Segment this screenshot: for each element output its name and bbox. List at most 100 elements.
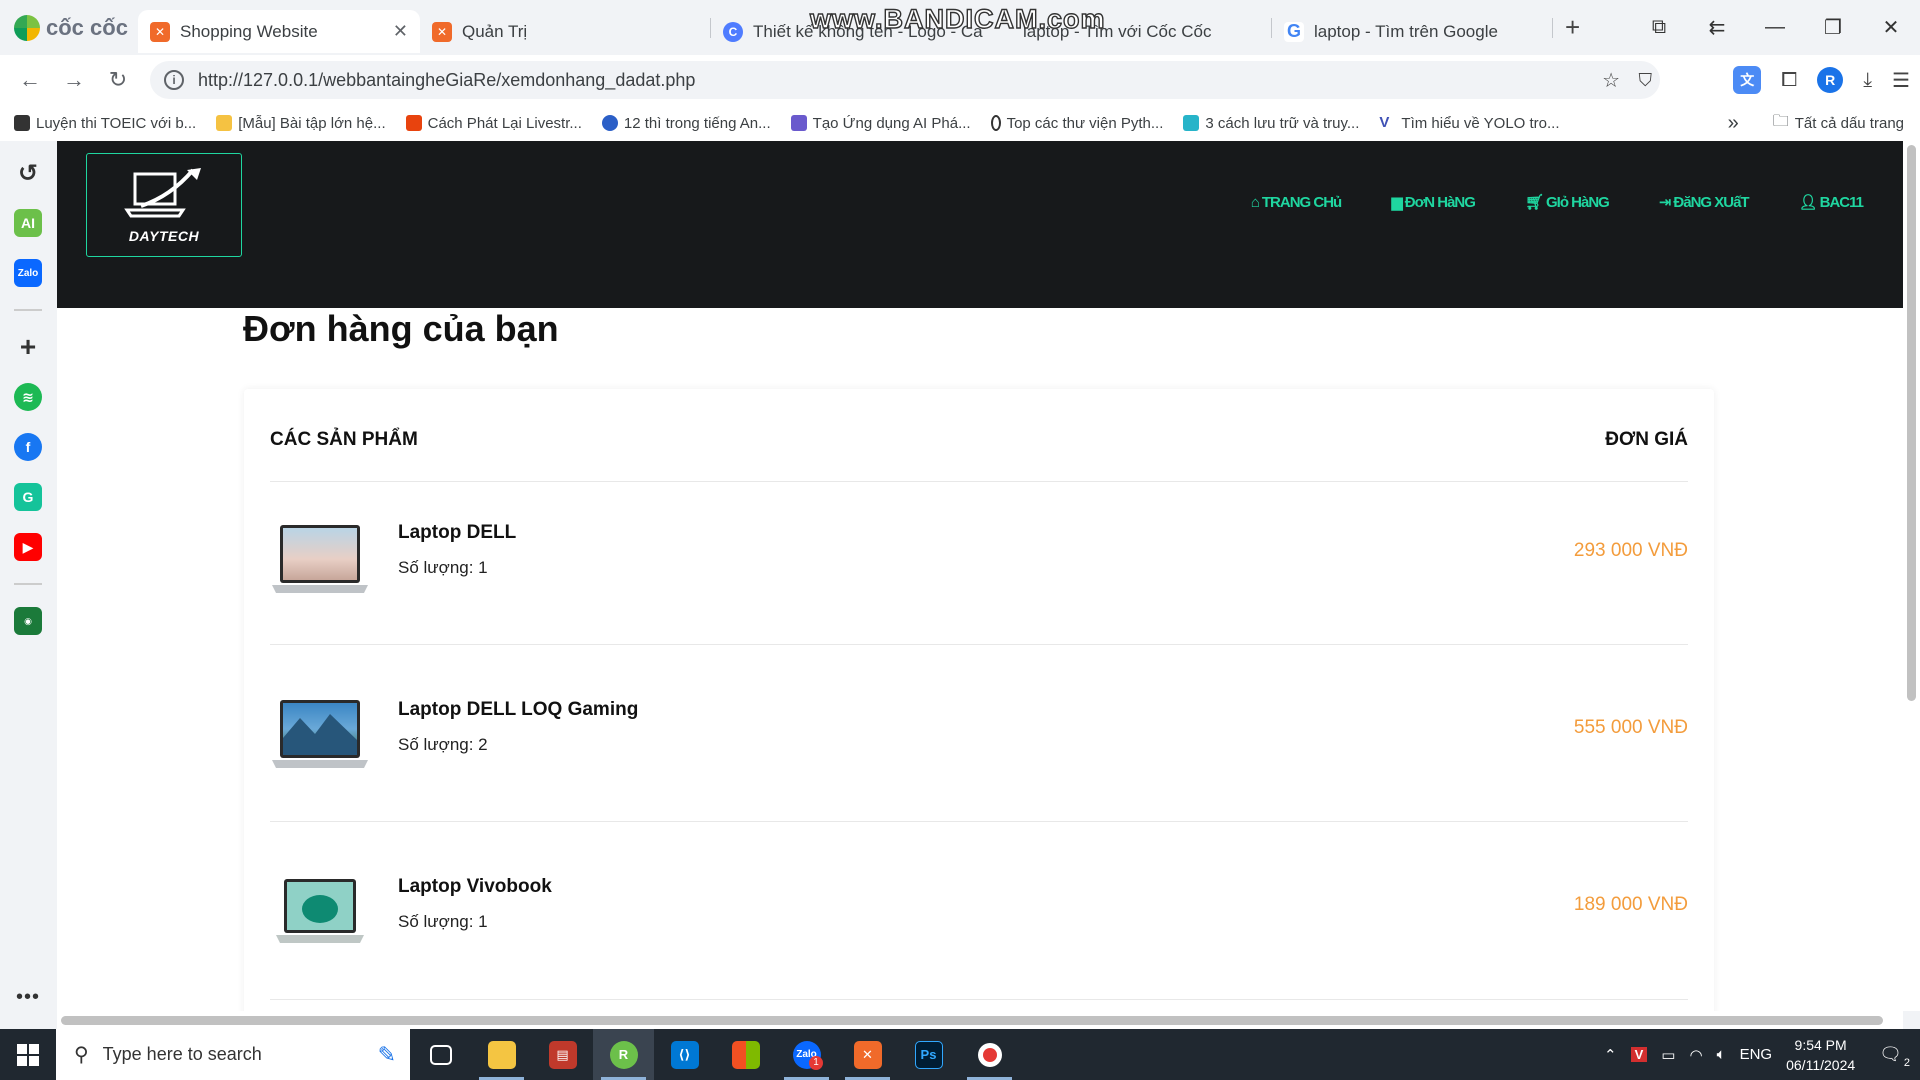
translate-icon[interactable]: 文 bbox=[1733, 66, 1762, 94]
bandicam-watermark: www.BANDICAM.com bbox=[809, 3, 1106, 34]
address-bar: ← → ↻ i http://127.0.0.1/webbantaingheGi… bbox=[0, 55, 1920, 105]
canva-icon: C bbox=[723, 21, 743, 42]
menu-orders[interactable]: ▆ ĐơN HàNG bbox=[1391, 193, 1476, 212]
site-info-icon[interactable]: i bbox=[164, 70, 184, 90]
tab-title: Quản Trị bbox=[462, 21, 528, 41]
bookmark-item[interactable]: Top các thư viện Pyth... bbox=[990, 115, 1163, 132]
tab-shopping-website[interactable]: ✕ Shopping Website ✕ bbox=[138, 10, 420, 53]
bookmark-item[interactable]: 3 cách lưu trữ và truy... bbox=[1183, 115, 1359, 132]
forward-button[interactable]: → bbox=[52, 67, 96, 93]
column-products: CÁC SẢN PHẨM bbox=[270, 429, 418, 450]
search-placeholder: Type here to search bbox=[102, 1044, 262, 1064]
history-icon[interactable]: ↺ bbox=[14, 159, 42, 187]
vertical-scrollbar[interactable] bbox=[1903, 141, 1920, 1011]
more-icon[interactable]: ••• bbox=[16, 986, 40, 1009]
language-indicator[interactable]: ENG bbox=[1740, 1046, 1773, 1063]
facebook-icon[interactable]: f bbox=[14, 433, 42, 461]
bookmark-icon bbox=[790, 115, 807, 131]
coccoc-logo-icon bbox=[14, 14, 40, 41]
column-price: ĐƠN GIÁ bbox=[1605, 429, 1688, 450]
bookmark-item[interactable]: Luyện thi TOEIC với b... bbox=[14, 115, 196, 132]
close-window-button[interactable]: ✕ bbox=[1862, 15, 1920, 40]
product-price: 555 000 VNĐ bbox=[1573, 717, 1688, 738]
restore-button[interactable]: ❐ bbox=[1804, 15, 1862, 40]
url-input[interactable]: i http://127.0.0.1/webbantaingheGiaRe/xe… bbox=[150, 61, 1660, 99]
taskbar-bandicam[interactable] bbox=[959, 1029, 1020, 1080]
taskbar-vscode[interactable]: ⟨⟩ bbox=[654, 1029, 715, 1080]
menu-icon[interactable]: ☰ bbox=[1892, 68, 1910, 93]
download-icon[interactable]: ⤓ bbox=[1863, 69, 1872, 92]
volume-icon[interactable]: 🔈︎ bbox=[1717, 1046, 1726, 1063]
v-icon: V bbox=[1379, 115, 1396, 131]
add-icon[interactable]: + bbox=[14, 331, 42, 362]
user-icon: 👤︎ bbox=[1798, 194, 1818, 211]
product-price: 293 000 VNĐ bbox=[1573, 540, 1688, 561]
taskbar-coccoc[interactable]: R bbox=[593, 1029, 654, 1080]
notification-icon[interactable]: 🗨︎ 2 bbox=[1879, 1044, 1910, 1069]
xampp-icon: ✕ bbox=[150, 21, 170, 42]
taskbar-app[interactable]: ▤ bbox=[532, 1029, 593, 1080]
bookmark-item[interactable]: [Mẫu] Bài tập lớn hệ... bbox=[216, 115, 386, 132]
bookmark-item[interactable]: 12 thì trong tiếng An... bbox=[601, 115, 771, 132]
store-icon bbox=[731, 1040, 760, 1069]
spotify-icon[interactable]: ≋ bbox=[14, 383, 42, 411]
scrollbar-thumb[interactable] bbox=[61, 1016, 1883, 1025]
back-button[interactable]: ← bbox=[8, 67, 52, 93]
coccoc-icon: R bbox=[609, 1040, 638, 1069]
clock[interactable]: 9:54 PM 06/11/2024 bbox=[1786, 1035, 1855, 1075]
shield-icon[interactable]: ⛉ bbox=[1639, 70, 1653, 91]
tab-quan-tri[interactable]: ✕ Quản Trị bbox=[420, 10, 710, 53]
tab-google-search[interactable]: G laptop - Tìm trên Google bbox=[1272, 10, 1552, 53]
site-logo[interactable]: DAYTECH bbox=[86, 153, 242, 257]
location-pin-icon bbox=[990, 115, 1001, 131]
menu-user[interactable]: 👤︎ BAC11 bbox=[1798, 193, 1864, 212]
taskbar-search-input[interactable]: ⚲ Type here to search ✎ bbox=[56, 1029, 410, 1080]
start-button[interactable] bbox=[0, 1029, 56, 1080]
taskbar-apps: ▤ R ⟨⟩ Zalo 1 ✕ Ps bbox=[410, 1029, 1020, 1080]
orders-card: CÁC SẢN PHẨM ĐƠN GIÁ Laptop DELL Số lượn… bbox=[244, 389, 1714, 1011]
page-viewport: DAYTECH ⌂ TRANG CHủ ▆ ĐơN HàNG 🛒︎ GIỏ HàNG … bbox=[57, 141, 1903, 1011]
close-icon[interactable]: ✕ bbox=[393, 21, 408, 42]
ai-icon[interactable]: AI bbox=[14, 209, 42, 237]
bookmark-item[interactable]: Tạo Ứng dụng AI Phá... bbox=[790, 115, 971, 132]
reload-button[interactable]: ↻ bbox=[96, 67, 140, 93]
chevron-up-icon[interactable]: ⌃ bbox=[1604, 1046, 1617, 1064]
back-history-icon[interactable]: ⇇ bbox=[1688, 15, 1746, 40]
grammarly-icon[interactable]: G bbox=[14, 483, 42, 511]
bookmark-item[interactable]: V Tìm hiểu về YOLO tro... bbox=[1379, 115, 1560, 132]
time: 9:54 PM bbox=[1794, 1036, 1847, 1053]
battery-icon[interactable]: ▭ bbox=[1661, 1046, 1675, 1064]
scrollbar-thumb[interactable] bbox=[1907, 145, 1916, 701]
profile-avatar[interactable]: R bbox=[1817, 67, 1844, 93]
all-bookmarks-button[interactable]: 🗀 Tất cả dấu trang bbox=[1773, 110, 1904, 137]
tab-bar: cốc cốc ✕ Shopping Website ✕ ✕ Quản Trị … bbox=[0, 0, 1920, 55]
menu-logout[interactable]: ⇥ ĐăNG XUấT bbox=[1659, 193, 1750, 212]
app-icon[interactable]: ◉ bbox=[14, 607, 42, 635]
bookmark-star-icon[interactable]: ☆ bbox=[1602, 68, 1620, 93]
zalo-icon[interactable]: Zalo bbox=[14, 259, 42, 287]
taskbar-zalo[interactable]: Zalo 1 bbox=[776, 1029, 837, 1080]
xampp-icon: ✕ bbox=[853, 1040, 882, 1069]
vietkey-icon[interactable]: V bbox=[1630, 1047, 1648, 1062]
tab-separator bbox=[1552, 17, 1553, 38]
more-bookmarks-icon[interactable]: » bbox=[1728, 112, 1739, 135]
taskbar-xampp[interactable]: ✕ bbox=[837, 1029, 898, 1080]
taskbar-photoshop[interactable]: Ps bbox=[898, 1029, 959, 1080]
cart-icon: 🛒︎ bbox=[1524, 194, 1544, 211]
menu-cart[interactable]: 🛒︎ GIỏ HàNG bbox=[1524, 193, 1610, 212]
menu-home[interactable]: ⌂ TRANG CHủ bbox=[1251, 193, 1342, 211]
minimize-button[interactable]: — bbox=[1746, 16, 1804, 39]
bookmarks-bar: Luyện thi TOEIC với b... [Mẫu] Bài tập l… bbox=[0, 105, 1920, 141]
horizontal-scrollbar[interactable] bbox=[57, 1011, 1903, 1029]
task-view-button[interactable] bbox=[410, 1029, 471, 1080]
extensions-icon[interactable]: ⧠ bbox=[1781, 69, 1797, 92]
taskbar-store[interactable] bbox=[715, 1029, 776, 1080]
search-tabs-icon[interactable]: ⧉ bbox=[1630, 16, 1688, 39]
browser-brand[interactable]: cốc cốc bbox=[0, 14, 138, 41]
taskbar-file-explorer[interactable] bbox=[471, 1029, 532, 1080]
youtube-icon[interactable]: ▶ bbox=[14, 533, 42, 561]
new-tab-button[interactable]: + bbox=[1565, 12, 1580, 43]
xampp-icon: ✕ bbox=[432, 21, 452, 42]
wifi-icon[interactable]: ◠ bbox=[1689, 1046, 1702, 1064]
bookmark-item[interactable]: Cách Phát Lại Livestr... bbox=[405, 115, 582, 132]
